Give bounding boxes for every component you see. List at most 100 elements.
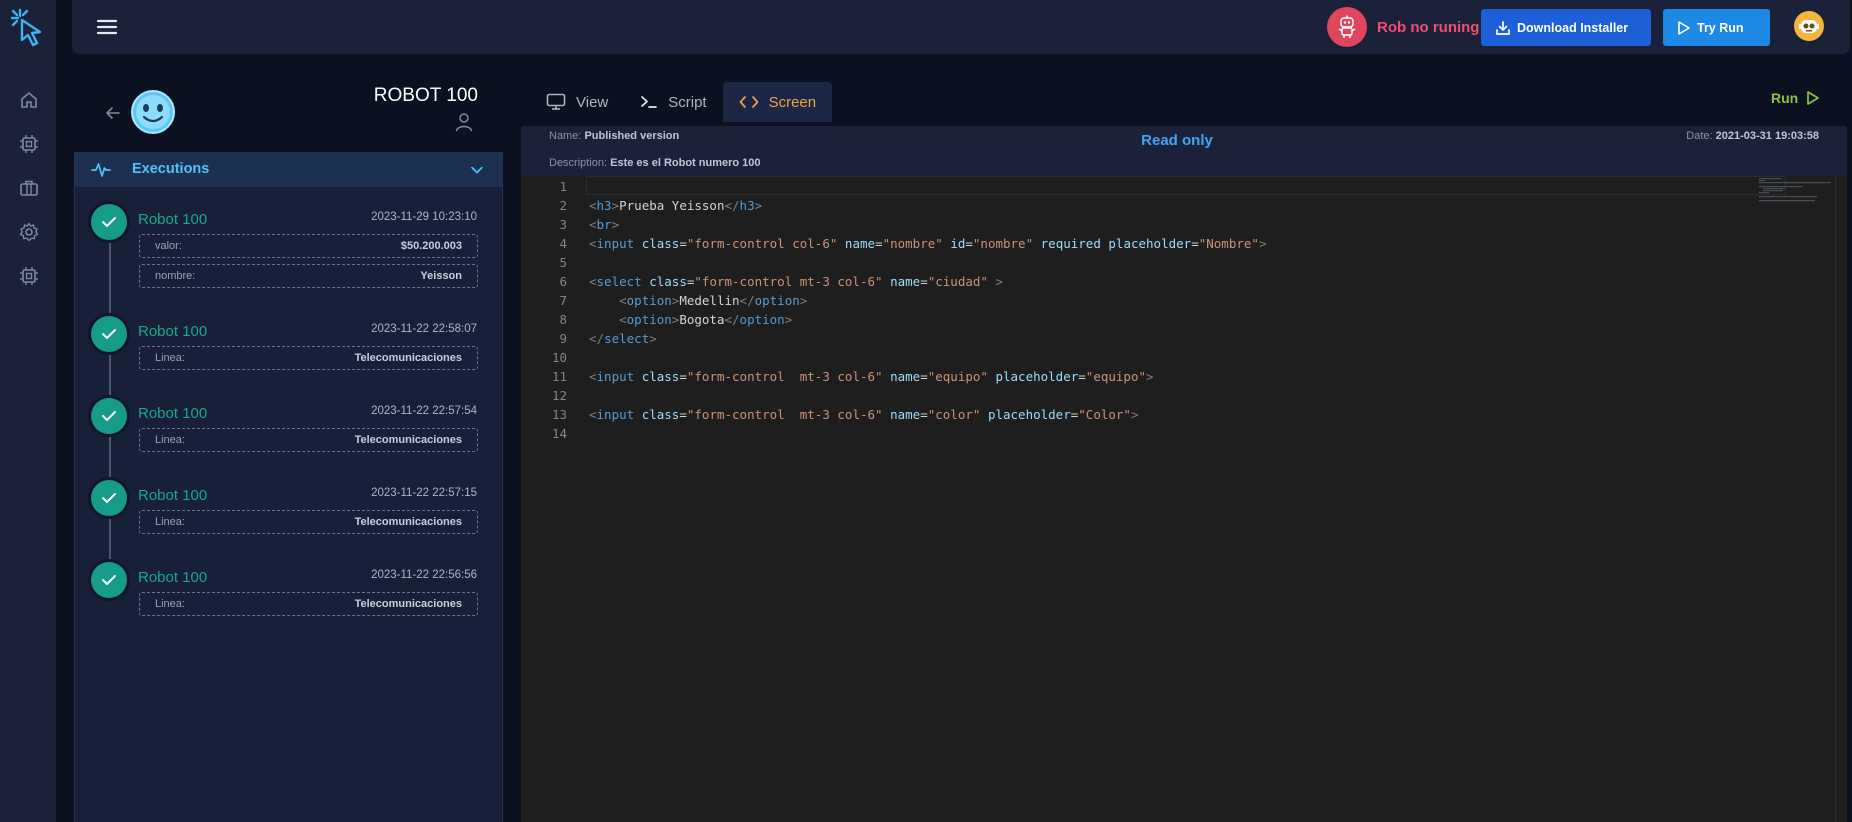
- robot-status: Rob no runing: [1327, 7, 1480, 47]
- execution-field: nombre: Yeisson: [139, 264, 478, 288]
- check-icon: [91, 562, 127, 598]
- check-icon: [91, 398, 127, 434]
- chevron-down-icon[interactable]: [470, 164, 484, 176]
- download-installer-button[interactable]: Download Installer: [1481, 9, 1651, 46]
- line-number: 13: [551, 407, 567, 422]
- gear-icon[interactable]: [16, 219, 42, 245]
- check-icon: [91, 316, 127, 352]
- code-line: <select class="form-control mt-3 col-6" …: [589, 274, 1003, 289]
- field-value: Telecomunicaciones: [354, 352, 462, 364]
- field-key: Linea:: [155, 352, 185, 364]
- run-button[interactable]: Run: [1771, 90, 1820, 106]
- line-number: 11: [551, 369, 567, 384]
- code-icon: [739, 96, 758, 108]
- line-number: 5: [559, 255, 567, 270]
- icon-rail: [0, 0, 56, 822]
- execution-field: valor: $50.200.003: [139, 234, 478, 258]
- line-number: 4: [559, 236, 567, 251]
- home-icon[interactable]: [16, 87, 42, 113]
- line-number: 8: [559, 312, 567, 327]
- execution-date: 2023-11-22 22:57:54: [371, 405, 477, 417]
- field-value: Telecomunicaciones: [354, 516, 462, 528]
- execution-name: Robot 100: [138, 569, 208, 586]
- execution-date: 2023-11-29 10:23:10: [371, 211, 477, 223]
- code-line: <input class="form-control mt-3 col-6" n…: [589, 407, 1139, 422]
- line-number: 7: [559, 293, 567, 308]
- cursor-logo-icon[interactable]: [8, 6, 48, 50]
- line-number: 2: [559, 198, 567, 213]
- execution-field: Linea: Telecomunicaciones: [139, 510, 478, 534]
- briefcase-icon[interactable]: [16, 175, 42, 201]
- field-key: nombre:: [155, 270, 196, 282]
- top-bar: Rob no runing Download Installer Try Run: [72, 0, 1850, 54]
- user-avatar[interactable]: [1794, 11, 1824, 41]
- line-number: 9: [559, 331, 567, 346]
- tab-view[interactable]: View: [530, 82, 624, 122]
- field-key: Linea:: [155, 434, 185, 446]
- activity-icon: [91, 163, 111, 177]
- version-date: Date: 2021-03-31 19:03:58: [1686, 130, 1819, 142]
- tab-script-label: Script: [668, 93, 707, 111]
- execution-field: Linea: Telecomunicaciones: [139, 346, 478, 370]
- code-line: </select>: [589, 331, 657, 346]
- robot-title: ROBOT 100: [373, 85, 478, 106]
- field-value: $50.200.003: [400, 240, 462, 252]
- check-icon: [91, 204, 127, 240]
- robot-status-text: Rob no runing: [1377, 18, 1480, 36]
- chip-icon[interactable]: [16, 131, 42, 157]
- code-line: <input class="form-control mt-3 col-6" n…: [589, 369, 1154, 384]
- view-tabs: View Script Screen: [530, 82, 833, 122]
- editor-scrollbar[interactable]: [1835, 176, 1847, 822]
- line-number: 6: [559, 274, 567, 289]
- execution-name: Robot 100: [138, 211, 208, 228]
- robot-face-icon: [131, 90, 175, 134]
- executions-header[interactable]: Executions: [75, 153, 502, 187]
- execution-field: Linea: Telecomunicaciones: [139, 592, 478, 616]
- code-line: <br>: [589, 217, 620, 232]
- field-key: valor:: [155, 240, 182, 252]
- terminal-icon: [641, 96, 658, 108]
- line-number: 1: [559, 179, 567, 194]
- line-number: 3: [559, 217, 567, 232]
- execution-date: 2023-11-22 22:57:15: [371, 487, 477, 499]
- line-number: 12: [551, 388, 567, 403]
- execution-name: Robot 100: [138, 487, 208, 504]
- code-editor[interactable]: 1 2 3 4 5 6 7 8 9 10 11 12 13 14 <h3>Prueba Yeisson</…: [521, 176, 1847, 822]
- current-line-highlight: [586, 176, 1786, 195]
- processor-icon[interactable]: [16, 263, 42, 289]
- code-line: <option>Medellin</option>: [619, 293, 808, 308]
- execution-field: Linea: Telecomunicaciones: [139, 428, 478, 452]
- code-line: <input class="form-control col-6" name="…: [589, 236, 1267, 251]
- back-arrow-icon[interactable]: [104, 104, 122, 122]
- play-icon: [1678, 20, 1690, 35]
- line-number: 10: [551, 350, 567, 365]
- try-run-button[interactable]: Try Run: [1663, 9, 1770, 46]
- download-installer-label: Download Installer: [1517, 20, 1629, 35]
- check-icon: [91, 480, 127, 516]
- execution-date: 2023-11-22 22:58:07: [371, 323, 477, 335]
- description-value: Este es el Robot numero 100: [610, 157, 761, 169]
- date-value: 2021-03-31 19:03:58: [1715, 130, 1819, 142]
- description-label: Description:: [549, 157, 608, 169]
- line-number: 14: [551, 426, 567, 441]
- code-line: <h3>Prueba Yeisson</h3>: [589, 198, 763, 213]
- tab-view-label: View: [576, 93, 609, 111]
- execution-name: Robot 100: [138, 405, 208, 422]
- field-key: Linea:: [155, 598, 185, 610]
- tab-screen[interactable]: Screen: [722, 82, 833, 122]
- robot-status-icon: [1327, 7, 1367, 47]
- play-icon: [1807, 91, 1820, 105]
- date-label: Date:: [1686, 130, 1713, 142]
- minimap[interactable]: [1757, 176, 1837, 206]
- robot-avatar-icon: [1799, 20, 1819, 33]
- hamburger-menu-icon[interactable]: [96, 16, 118, 38]
- tab-screen-label: Screen: [768, 93, 817, 111]
- tab-script[interactable]: Script: [624, 82, 722, 122]
- executions-title: Executions: [132, 161, 210, 177]
- code-line: <option>Bogota</option>: [619, 312, 793, 327]
- user-icon[interactable]: [455, 112, 473, 132]
- run-label: Run: [1771, 90, 1799, 106]
- execution-date: 2023-11-22 22:56:56: [371, 569, 477, 581]
- read-only-badge: Read only: [1141, 132, 1213, 149]
- monitor-icon: [546, 93, 566, 110]
